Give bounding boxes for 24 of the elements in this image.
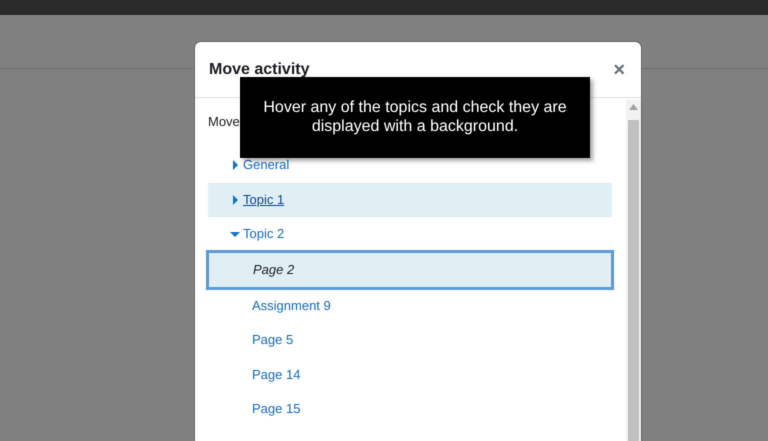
activity-row[interactable]: Page 14 <box>208 358 612 392</box>
activity-link[interactable]: Page 14 <box>252 364 300 384</box>
tooltip: Hover any of the topics and check they are displayed with a background. <box>240 77 590 158</box>
activity-link[interactable]: Page 5 <box>252 330 294 350</box>
topic-row[interactable]: Topic 1 <box>208 182 612 216</box>
activity-link[interactable]: Assignment 9 <box>252 296 331 316</box>
scroll-up-arrow-icon[interactable] <box>629 104 638 110</box>
close-button[interactable]: × <box>611 60 627 80</box>
caret-right-icon[interactable] <box>230 160 240 170</box>
topic-link[interactable]: Topic 2 <box>243 224 284 244</box>
dialog-title: Move activity <box>209 60 310 80</box>
caret-right-icon[interactable] <box>230 194 240 204</box>
activity-row[interactable]: Assignment 9 <box>208 288 612 322</box>
activity-row[interactable]: Page 15 <box>208 392 612 426</box>
activity-row[interactable]: Page 2 <box>206 250 614 290</box>
topic-link[interactable]: Topic 1 <box>243 190 284 210</box>
topic-link[interactable]: General <box>243 155 290 175</box>
topic-row[interactable]: Topic 2 <box>208 217 612 251</box>
instruction-text: Move <box>208 113 240 131</box>
activity-link[interactable]: Page 15 <box>252 399 300 419</box>
activity-link[interactable]: Page 2 <box>253 260 294 280</box>
scrollbar[interactable] <box>626 100 641 441</box>
activity-row[interactable]: Page 5 <box>208 323 612 357</box>
caret-down-icon[interactable] <box>230 229 240 239</box>
